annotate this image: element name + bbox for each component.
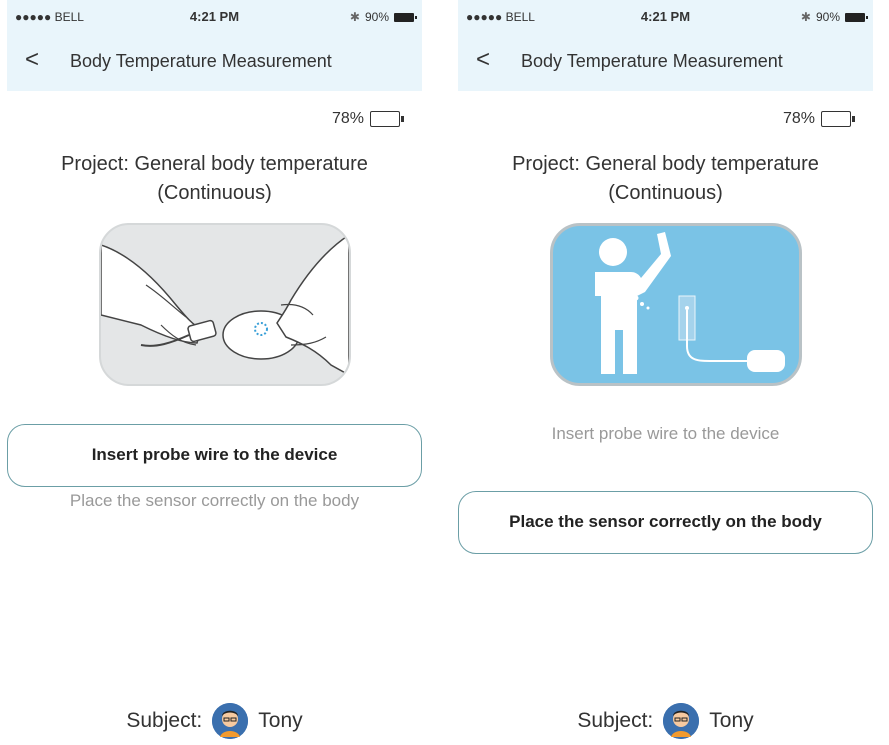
- avatar[interactable]: [212, 703, 249, 739]
- subject-row: Subject: Tony: [7, 703, 422, 739]
- project-line-1: Project: General body temperature: [61, 153, 368, 175]
- page-title: Body Temperature Measurement: [70, 51, 332, 71]
- device-battery-icon: [821, 111, 855, 127]
- phone-battery-percent: 90%: [364, 10, 389, 24]
- project-line-2: (Continuous): [608, 182, 723, 204]
- project-line-2: (Continuous): [157, 182, 272, 204]
- device-battery: 78%: [331, 110, 404, 128]
- subject-name: Tony: [709, 709, 754, 732]
- bluetooth-icon: ✱: [800, 10, 811, 24]
- phone-battery-icon: [845, 12, 868, 22]
- subject-name: Tony: [258, 709, 303, 732]
- back-button[interactable]: <: [476, 46, 490, 74]
- subject-label: Subject:: [126, 709, 203, 732]
- status-right: ✱ 90%: [800, 10, 868, 24]
- phone-screen-2: ●●●●● BELL 4:21 PM ✱ 90% < Body Temperat…: [458, 0, 873, 742]
- place-sensor-illustration: [550, 223, 802, 386]
- device-battery-icon: [370, 111, 404, 127]
- step-place-sensor[interactable]: Place the sensor correctly on the body: [7, 491, 422, 511]
- device-battery: 78%: [782, 110, 855, 128]
- project-title: Project: General body temperature (Conti…: [7, 150, 422, 208]
- insert-probe-illustration: [99, 223, 351, 386]
- phone-battery-icon: [394, 12, 417, 22]
- device-battery-percent: 78%: [782, 110, 815, 127]
- status-right: ✱ 90%: [349, 10, 417, 24]
- page-title: Body Temperature Measurement: [521, 51, 783, 71]
- phone-battery-percent: 90%: [815, 10, 840, 24]
- subject-label: Subject:: [577, 709, 654, 732]
- project-title: Project: General body temperature (Conti…: [458, 150, 873, 208]
- step-place-sensor[interactable]: Place the sensor correctly on the body: [458, 491, 873, 554]
- status-bar: ●●●●● BELL 4:21 PM ✱ 90%: [7, 0, 422, 36]
- nav-bar: < Body Temperature Measurement: [7, 36, 422, 91]
- subject-row: Subject: Tony: [458, 703, 873, 739]
- status-bar: ●●●●● BELL 4:21 PM ✱ 90%: [458, 0, 873, 36]
- nav-bar: < Body Temperature Measurement: [458, 36, 873, 91]
- project-line-1: Project: General body temperature: [512, 153, 819, 175]
- device-battery-percent: 78%: [331, 110, 364, 127]
- back-button[interactable]: <: [25, 46, 39, 74]
- bluetooth-icon: ✱: [349, 10, 360, 24]
- step-insert-probe[interactable]: Insert probe wire to the device: [7, 424, 422, 487]
- avatar[interactable]: [663, 703, 700, 739]
- step-insert-probe[interactable]: Insert probe wire to the device: [458, 424, 873, 444]
- phone-screen-1: ●●●●● BELL 4:21 PM ✱ 90% < Body Temperat…: [7, 0, 422, 742]
